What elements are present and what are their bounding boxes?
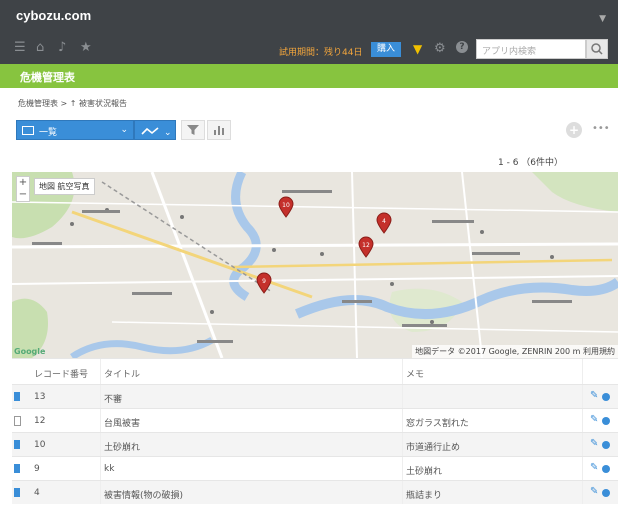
record-number: 13 [34, 392, 46, 402]
record-detail-icon[interactable] [14, 440, 20, 449]
marker-label: 4 [382, 218, 386, 225]
app-name[interactable]: 危機管理表 [20, 69, 75, 85]
chart-line-icon: ⌄ [141, 127, 172, 138]
gear-icon[interactable]: ⚙ [434, 41, 446, 56]
filter-button[interactable] [181, 120, 205, 140]
more-options-icon[interactable]: ••• [592, 123, 610, 134]
map-marker[interactable]: 9 [256, 272, 272, 294]
map-type-satellite[interactable]: 航空写真 [58, 182, 90, 191]
chevron-down-icon[interactable]: ▼ [599, 14, 606, 24]
record-memo: 窓ガラス割れた [406, 419, 469, 429]
help-icon[interactable]: ? [456, 41, 468, 53]
record-number: 12 [34, 416, 46, 426]
map-type-toggle[interactable]: 地図 航空写真 [34, 178, 95, 195]
record-title: kk [104, 464, 115, 474]
breadcrumb[interactable]: 危機管理表 > ↑ 被害状況報告 [18, 98, 127, 109]
trial-remaining-text: 試用期間：残り44日 [279, 48, 363, 58]
brand-logo[interactable]: cybozu.com [16, 8, 91, 23]
record-detail-icon[interactable] [14, 488, 20, 497]
record-title: 土砂崩れ [104, 443, 141, 453]
buy-button[interactable]: 購入 [371, 42, 401, 57]
chevron-down-icon: ⌄ [120, 125, 128, 135]
table-row[interactable]: 10 土砂崩れ 市道通行止め ✎ [12, 432, 618, 456]
table-row[interactable]: 9 kk 土砂崩れ ✎ [12, 456, 618, 480]
map-marker[interactable]: 4 [376, 212, 392, 234]
map-zoom-control[interactable]: + − [16, 176, 30, 202]
edit-icon[interactable]: ✎ [590, 438, 598, 449]
menu-icon[interactable]: ☰ [14, 40, 26, 56]
map-base [12, 172, 618, 358]
graph-selector[interactable]: ⌄ [134, 120, 176, 140]
edit-icon[interactable]: ✎ [590, 390, 598, 401]
record-detail-icon[interactable] [14, 464, 20, 473]
search-button[interactable] [586, 39, 608, 59]
graph-button[interactable] [207, 120, 231, 140]
record-title: 不審 [104, 395, 123, 405]
table-row[interactable]: 12 台風被害 窓ガラス割れた ✎ [12, 408, 618, 432]
record-number: 9 [34, 464, 40, 474]
app-search-input[interactable]: アプリ内検索 [476, 39, 586, 59]
marker-label: 12 [362, 242, 370, 249]
record-title: 台風被害 [104, 419, 141, 429]
home-icon[interactable]: ⌂ [36, 40, 44, 56]
view-selector[interactable]: 一覧 ⌄ [16, 120, 134, 140]
delete-icon[interactable] [602, 393, 610, 401]
map-marker[interactable]: 10 [278, 196, 294, 218]
view-selector-label: 一覧 [39, 128, 58, 138]
marker-label: 10 [282, 202, 290, 209]
delete-icon[interactable] [602, 441, 610, 449]
record-count: 1 - 6 （6件中） [498, 158, 564, 168]
map-credit[interactable]: 地図データ ©2017 Google, ZENRIN 200 m 利用規約 [412, 345, 618, 358]
map-type-map[interactable]: 地図 [39, 182, 55, 191]
list-view-icon [22, 126, 34, 135]
record-number: 4 [34, 488, 40, 498]
search-icon [591, 43, 603, 55]
record-title: 被害情報(物の破損) [104, 491, 184, 501]
google-logo: Google [14, 347, 46, 356]
star-icon[interactable]: ★ [80, 40, 92, 56]
record-detail-icon[interactable] [14, 416, 21, 426]
add-record-button[interactable]: + [566, 122, 582, 138]
table-row[interactable]: 4 被害情報(物の破損) 瓶詰まり ✎ [12, 480, 618, 504]
edit-icon[interactable]: ✎ [590, 414, 598, 425]
bar-chart-icon [214, 126, 224, 135]
app-title-bar: 危機管理表 [0, 64, 618, 88]
header-toolbar: ☰ ⌂ ♪ ★ 試用期間：残り44日 購入 ▼ ⚙ ? アプリ内検索 [0, 36, 618, 62]
delete-icon[interactable] [602, 417, 610, 425]
table-header-row: レコード番号 タイトル メモ [12, 358, 618, 384]
record-table: レコード番号 タイトル メモ 13 不審 ✎ 12 台風被害 窓ガラス割れた ✎… [12, 358, 618, 504]
map-marker[interactable]: 12 [358, 236, 374, 258]
edit-icon[interactable]: ✎ [590, 486, 598, 497]
column-header-record-number[interactable]: レコード番号 [34, 367, 88, 380]
svg-text:⌄: ⌄ [164, 128, 172, 138]
filter-icon [187, 125, 199, 135]
record-number: 10 [34, 440, 46, 450]
column-header-memo[interactable]: メモ [406, 367, 424, 380]
map-view[interactable]: + − 地図 航空写真 10 4 12 9 Google 地図データ ©2017 … [12, 172, 618, 358]
marker-label: 9 [262, 278, 266, 285]
column-header-title[interactable]: タイトル [104, 367, 140, 380]
record-memo: 瓶詰まり [406, 491, 443, 501]
record-memo: 市道通行止め [406, 443, 461, 453]
badge-icon[interactable]: ▼ [413, 42, 422, 56]
edit-icon[interactable]: ✎ [590, 462, 598, 473]
top-header: cybozu.com ▼ ☰ ⌂ ♪ ★ 試用期間：残り44日 購入 ▼ ⚙ ?… [0, 0, 618, 64]
bell-icon[interactable]: ♪ [58, 40, 66, 56]
delete-icon[interactable] [602, 489, 610, 497]
record-detail-icon[interactable] [14, 392, 20, 401]
delete-icon[interactable] [602, 465, 610, 473]
record-memo: 土砂崩れ [406, 467, 443, 477]
table-row[interactable]: 13 不審 ✎ [12, 384, 618, 408]
